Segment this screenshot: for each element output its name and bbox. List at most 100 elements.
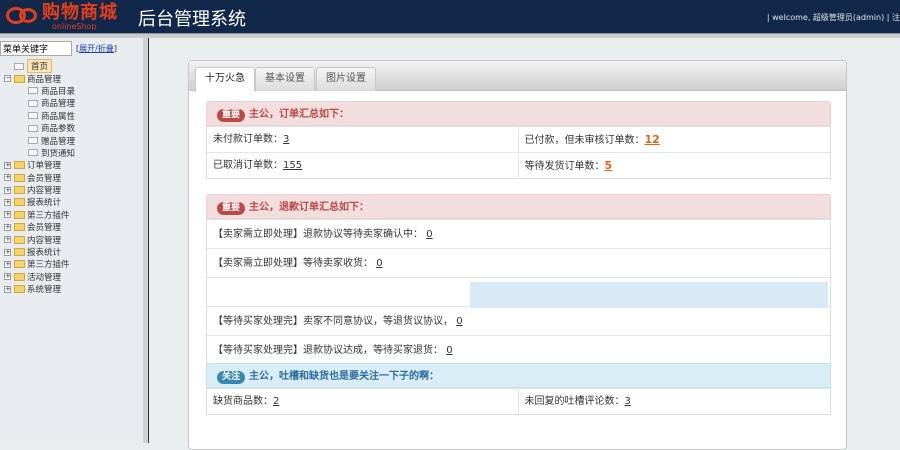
out-of-stock: 缺货商品数：2 bbox=[207, 388, 519, 414]
menu-label: 到货通知 bbox=[41, 148, 76, 159]
cell-label: 缺货商品数： bbox=[213, 396, 273, 407]
expand-icon[interactable]: + bbox=[4, 186, 11, 194]
brand-name: 购物商城 bbox=[42, 2, 118, 23]
folder-icon bbox=[14, 248, 25, 257]
unreplied-count-link[interactable]: 3 bbox=[625, 396, 631, 407]
menu-item[interactable]: 商品参数 bbox=[4, 122, 75, 134]
menu-label: 商品管理 bbox=[41, 99, 76, 110]
attention-badge: 关注 bbox=[217, 371, 246, 384]
menu-group[interactable]: + 会员管理 bbox=[4, 221, 75, 233]
menu-label: 商品管理 bbox=[27, 74, 62, 85]
menu-item[interactable]: 到货通知 bbox=[4, 147, 75, 159]
attention-box: 关注 主公，吐槽和缺货也是要关注一下子的啊： 缺货商品数：2 未回复的吐槽评论数：… bbox=[206, 363, 831, 415]
expand-icon[interactable]: + bbox=[4, 273, 11, 281]
cell-label: 等待发货订单数： bbox=[524, 161, 605, 172]
menu-item-home[interactable]: 首页 bbox=[4, 59, 75, 74]
page-icon bbox=[28, 99, 38, 107]
page-icon bbox=[28, 149, 38, 157]
menu-group[interactable]: + 第三方插件 bbox=[4, 258, 75, 270]
menu-label: 商品目录 bbox=[41, 86, 76, 97]
unpaid-orders: 未付款订单数：3 bbox=[207, 126, 519, 152]
menu-label: 系统管理 bbox=[27, 285, 62, 296]
refund-count-link[interactable]: 0 bbox=[376, 258, 382, 269]
menu-group[interactable]: + 内容管理 bbox=[4, 184, 75, 196]
menu-group[interactable]: + 内容管理 bbox=[4, 233, 75, 246]
folder-icon bbox=[14, 161, 25, 170]
menu-item[interactable]: 赠品管理 bbox=[4, 134, 76, 147]
expand-icon[interactable]: + bbox=[4, 198, 11, 206]
expand-icon[interactable]: + bbox=[4, 174, 11, 182]
page-icon bbox=[28, 87, 38, 95]
important-badge: 重要 bbox=[217, 202, 246, 215]
tab-urgent[interactable]: 十万火急 bbox=[195, 67, 255, 92]
menu-group[interactable]: + 活动管理 bbox=[4, 271, 75, 283]
folder-icon bbox=[14, 260, 25, 269]
menu-group[interactable]: + 报表统计 bbox=[4, 246, 75, 258]
tab-basic-settings[interactable]: 基本设置 bbox=[255, 67, 315, 91]
menu-label: 商品参数 bbox=[41, 124, 76, 135]
menu-group[interactable]: + 报表统计 bbox=[4, 196, 75, 208]
folder-icon bbox=[14, 285, 25, 294]
collapse-icon[interactable]: − bbox=[4, 75, 11, 83]
tab-image-settings[interactable]: 图片设置 bbox=[316, 67, 376, 91]
unreplied-comments: 未回复的吐槽评论数：3 bbox=[518, 388, 830, 414]
row-label: 【等待买家处理完】退款协议达成，等待买家退货： bbox=[213, 345, 443, 356]
expand-collapse-link[interactable]: 展开/折叠 bbox=[79, 44, 114, 53]
folder-icon bbox=[14, 210, 25, 219]
menu-label: 商品属性 bbox=[41, 111, 76, 122]
folder-icon bbox=[14, 272, 25, 281]
refund-summary-title: 主公，退款订单汇总如下： bbox=[249, 202, 370, 213]
cell-label: 已取消订单数： bbox=[213, 160, 283, 171]
important-badge: 重要 bbox=[217, 109, 246, 122]
out-of-stock-count-link[interactable]: 2 bbox=[273, 396, 279, 407]
refund-row: 【等待买家处理完】退款协议达成，等待买家退货： 0 bbox=[207, 335, 830, 364]
expand-icon[interactable]: + bbox=[4, 211, 11, 219]
expand-icon[interactable]: + bbox=[4, 236, 11, 244]
menu-group[interactable]: + 第三方插件 bbox=[4, 209, 75, 221]
user-info[interactable]: | welcome, 超级管理员(admin) | 注 bbox=[767, 12, 900, 23]
paid-unreviewed-count-link[interactable]: 12 bbox=[645, 133, 660, 146]
refund-count-link[interactable]: 0 bbox=[456, 316, 462, 327]
rendering-artifact bbox=[470, 282, 828, 308]
unpaid-count-link[interactable]: 3 bbox=[283, 134, 289, 145]
brand-sub: onlineShop bbox=[52, 22, 97, 31]
main-panel: 十万火急 基本设置 图片设置 重要 主公，订单汇总如下： 未付款订单数：3 已付款… bbox=[188, 60, 847, 450]
menu-group[interactable]: + 订单管理 bbox=[4, 159, 75, 171]
menu-item[interactable]: 商品管理 bbox=[4, 97, 75, 109]
cancelled-count-link[interactable]: 155 bbox=[283, 160, 302, 171]
expand-icon[interactable]: + bbox=[4, 223, 11, 231]
page-icon bbox=[14, 62, 24, 70]
awaiting-shipment-count-link[interactable]: 5 bbox=[605, 159, 613, 172]
menu-group[interactable]: + 会员管理 bbox=[4, 172, 75, 184]
menu-search-input[interactable] bbox=[0, 41, 72, 56]
menu-label: 赠品管理 bbox=[41, 136, 76, 147]
folder-icon bbox=[14, 198, 25, 207]
expand-icon[interactable]: + bbox=[4, 248, 11, 256]
menu-label: 第三方插件 bbox=[27, 210, 70, 221]
refund-count-link[interactable]: 0 bbox=[446, 345, 452, 356]
menu-label: 订单管理 bbox=[27, 161, 62, 172]
menu-label: 首页 bbox=[27, 59, 53, 74]
cell-label: 未回复的吐槽评论数： bbox=[524, 396, 625, 407]
order-summary-title: 主公，订单汇总如下： bbox=[249, 109, 350, 120]
menu-item[interactable]: 商品属性 bbox=[4, 110, 75, 122]
page-icon bbox=[28, 124, 38, 132]
top-header: 购物商城 onlineShop 后台管理系统 | welcome, 超级管理员(… bbox=[0, 0, 900, 33]
menu-label: 内容管理 bbox=[27, 186, 62, 197]
refund-row: 【等待买家处理完】卖家不同意协议，等退货议协议， 0 bbox=[207, 306, 830, 335]
menu-item[interactable]: 商品目录 bbox=[4, 85, 75, 97]
row-label: 【卖家需立即处理】退款协议等待卖家确认中： bbox=[213, 229, 423, 240]
menu-group[interactable]: − 商品管理 bbox=[4, 72, 75, 85]
expand-collapse-toggle[interactable]: [展开/折叠] bbox=[76, 43, 117, 54]
expand-icon[interactable]: + bbox=[4, 285, 11, 293]
refund-count-link[interactable]: 0 bbox=[426, 229, 432, 240]
folder-icon bbox=[14, 186, 25, 195]
menu-label: 报表统计 bbox=[27, 198, 62, 209]
cell-label: 已付款，但未审核订单数： bbox=[524, 135, 645, 146]
logo-icon bbox=[6, 5, 42, 27]
row-label: 【卖家需立即处理】等待卖家收货： bbox=[213, 258, 373, 269]
expand-icon[interactable]: + bbox=[4, 260, 11, 268]
menu-group[interactable]: + 系统管理 bbox=[4, 283, 75, 295]
folder-icon bbox=[14, 74, 25, 83]
expand-icon[interactable]: + bbox=[4, 161, 11, 169]
